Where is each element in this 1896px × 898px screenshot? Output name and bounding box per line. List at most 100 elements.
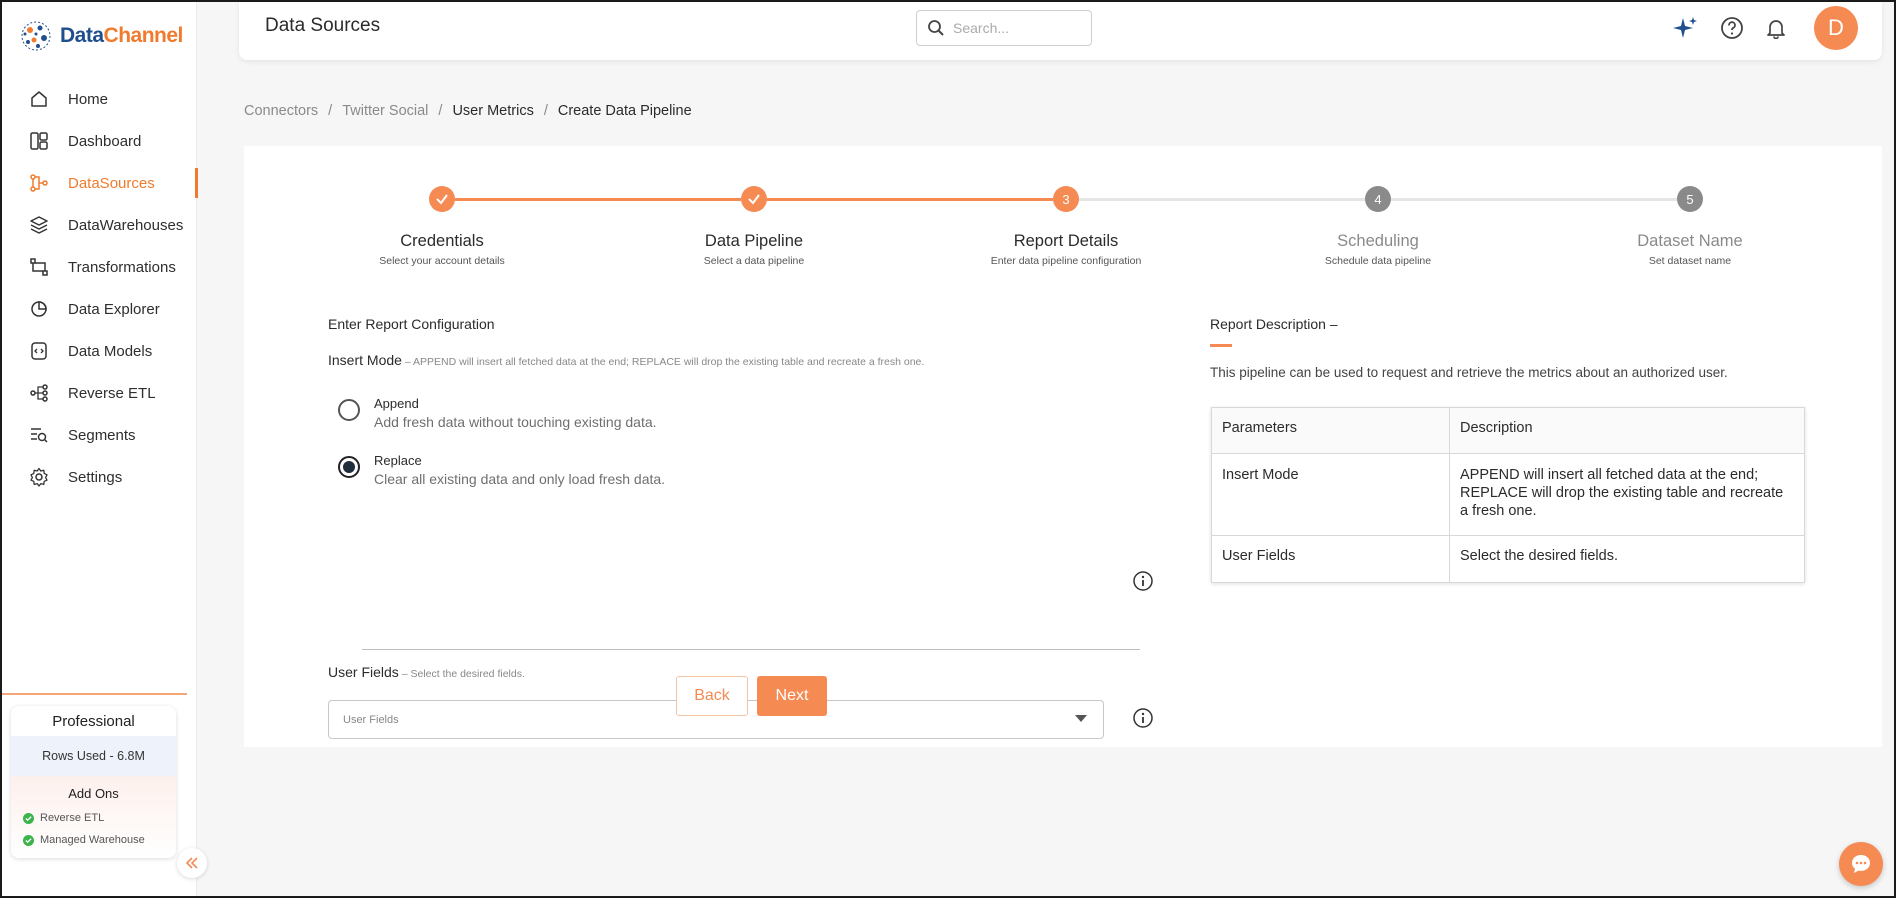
insert-mode-hint: – APPEND will insert all fetched data at… xyxy=(401,356,925,368)
report-description-title: Report Description – xyxy=(1210,316,1338,332)
sidebar-item-data-models[interactable]: Data Models xyxy=(0,330,197,372)
plan-divider xyxy=(2,693,187,695)
plan-name: Professional xyxy=(52,712,135,730)
step-dataset-name: Dataset Name Set dataset name xyxy=(1637,232,1743,267)
logo-text: DataChannel xyxy=(60,24,183,47)
table-row: Insert Mode APPEND will insert all fetch… xyxy=(1211,453,1805,536)
user-avatar[interactable]: D xyxy=(1814,6,1858,50)
sidebar-nav: Home Dashboard DataSources DataWarehouse… xyxy=(0,78,198,498)
step-connector xyxy=(1391,198,1677,201)
check-icon xyxy=(748,194,760,205)
double-chevron-left-icon xyxy=(185,857,198,869)
search-icon xyxy=(928,20,944,36)
stepper: 3 4 5 Credentials Select your account de… xyxy=(244,146,1882,276)
step-3-dot: 3 xyxy=(1053,186,1079,212)
back-button[interactable]: Back xyxy=(676,676,748,716)
explorer-icon xyxy=(28,298,50,320)
form-divider xyxy=(362,649,1140,650)
models-icon xyxy=(28,340,50,362)
radio-replace-button[interactable] xyxy=(338,456,360,478)
breadcrumb-create-pipeline: Create Data Pipeline xyxy=(557,103,692,119)
sidebar-item-data-explorer[interactable]: Data Explorer xyxy=(0,288,197,330)
sidebar-item-home[interactable]: Home xyxy=(0,78,197,120)
segments-icon xyxy=(28,424,50,446)
sidebar-item-label: DataWarehouses xyxy=(68,216,184,234)
help-button[interactable] xyxy=(1718,14,1746,42)
radio-append-button[interactable] xyxy=(338,399,360,421)
next-button[interactable]: Next xyxy=(757,676,827,716)
sidebar-item-label: Settings xyxy=(68,468,123,486)
chat-support-button[interactable] xyxy=(1839,842,1883,886)
top-header: Data Sources D xyxy=(239,0,1882,60)
step-connector xyxy=(1079,198,1365,201)
layers-icon xyxy=(28,214,50,236)
step-4-dot: 4 xyxy=(1365,186,1391,212)
breadcrumb-separator: / xyxy=(328,103,333,119)
sidebar-item-reverse-etl[interactable]: Reverse ETL xyxy=(0,372,197,414)
sidebar-item-label: Data Models xyxy=(68,342,153,360)
sidebar-item-label: Data Explorer xyxy=(68,300,160,318)
report-description-text: This pipeline can be used to request and… xyxy=(1210,365,1728,380)
sidebar-item-datasources[interactable]: DataSources xyxy=(0,162,198,204)
collapse-sidebar-button[interactable] xyxy=(177,848,207,878)
breadcrumb-connectors[interactable]: Connectors xyxy=(244,103,318,119)
user-fields-placeholder: User Fields xyxy=(343,713,399,726)
addons-section: Add Ons Reverse ETL Managed Warehouse xyxy=(11,776,176,858)
info-icon[interactable] xyxy=(1132,570,1154,592)
addon-item: Managed Warehouse xyxy=(11,829,176,851)
table-header: Description xyxy=(1449,407,1805,454)
step-credentials[interactable]: Credentials Select your account details xyxy=(332,232,552,267)
radio-replace[interactable]: Replace Clear all existing data and only… xyxy=(338,453,665,487)
form-heading: Enter Report Configuration xyxy=(328,316,495,332)
sidebar-item-dashboard[interactable]: Dashboard xyxy=(0,120,197,162)
dashboard-icon xyxy=(28,130,50,152)
step-2-dot xyxy=(741,186,767,212)
insert-mode-label: Insert Mode – APPEND will insert all fet… xyxy=(328,352,925,368)
step-data-pipeline[interactable]: Data Pipeline Select a data pipeline xyxy=(644,232,864,267)
ai-sparkle-button[interactable] xyxy=(1671,14,1699,42)
app-logo[interactable]: DataChannel xyxy=(18,18,183,54)
page-title: Data Sources xyxy=(265,15,381,36)
sidebar-item-label: Segments xyxy=(68,426,136,444)
search-input[interactable] xyxy=(953,20,1073,36)
report-config-form: Enter Report Configuration Insert Mode –… xyxy=(328,316,1158,739)
sidebar-item-datawarehouses[interactable]: DataWarehouses xyxy=(0,204,197,246)
step-connector xyxy=(455,198,741,201)
sidebar: DataChannel Home Dashboard DataSources D… xyxy=(0,0,198,898)
search-box[interactable] xyxy=(916,10,1092,46)
report-description: Report Description – This pipeline can b… xyxy=(1210,316,1806,583)
check-icon xyxy=(436,194,448,205)
sidebar-item-label: DataSources xyxy=(68,174,155,192)
breadcrumb-user-metrics[interactable]: User Metrics xyxy=(452,103,533,119)
title-underline xyxy=(1210,344,1232,347)
sidebar-item-label: Reverse ETL xyxy=(68,384,156,402)
rows-used: Rows Used - 6.8M xyxy=(11,736,176,776)
check-circle-icon xyxy=(23,812,34,824)
logo-icon xyxy=(21,21,51,51)
radio-append[interactable]: Append Add fresh data without touching e… xyxy=(338,396,657,430)
user-fields-label: User Fields – Select the desired fields. xyxy=(328,664,525,680)
step-connector xyxy=(767,198,1053,201)
bell-icon xyxy=(1767,20,1785,39)
notifications-button[interactable] xyxy=(1762,14,1790,42)
check-circle-icon xyxy=(23,834,34,846)
sparkle-icon xyxy=(1673,17,1697,38)
pipeline-card: 3 4 5 Credentials Select your account de… xyxy=(244,146,1882,747)
breadcrumb-separator: / xyxy=(438,103,443,119)
breadcrumb-separator: / xyxy=(543,103,548,119)
info-icon[interactable] xyxy=(1132,707,1154,729)
sidebar-item-label: Home xyxy=(68,90,109,108)
sidebar-item-label: Dashboard xyxy=(68,132,142,150)
transform-icon xyxy=(28,256,50,278)
step-scheduling: Scheduling Schedule data pipeline xyxy=(1324,232,1432,267)
addons-title: Add Ons xyxy=(68,786,119,801)
addon-item: Reverse ETL xyxy=(11,807,176,829)
help-icon xyxy=(1721,17,1743,39)
step-report-details: Report Details Enter data pipeline confi… xyxy=(990,232,1142,267)
reverse-etl-icon xyxy=(28,382,50,404)
breadcrumb-twitter-social[interactable]: Twitter Social xyxy=(342,103,428,119)
sidebar-item-transformations[interactable]: Transformations xyxy=(0,246,197,288)
sidebar-item-settings[interactable]: Settings xyxy=(0,456,197,498)
sidebar-item-segments[interactable]: Segments xyxy=(0,414,197,456)
parameters-table: Parameters Description Insert Mode APPEN… xyxy=(1211,407,1805,583)
